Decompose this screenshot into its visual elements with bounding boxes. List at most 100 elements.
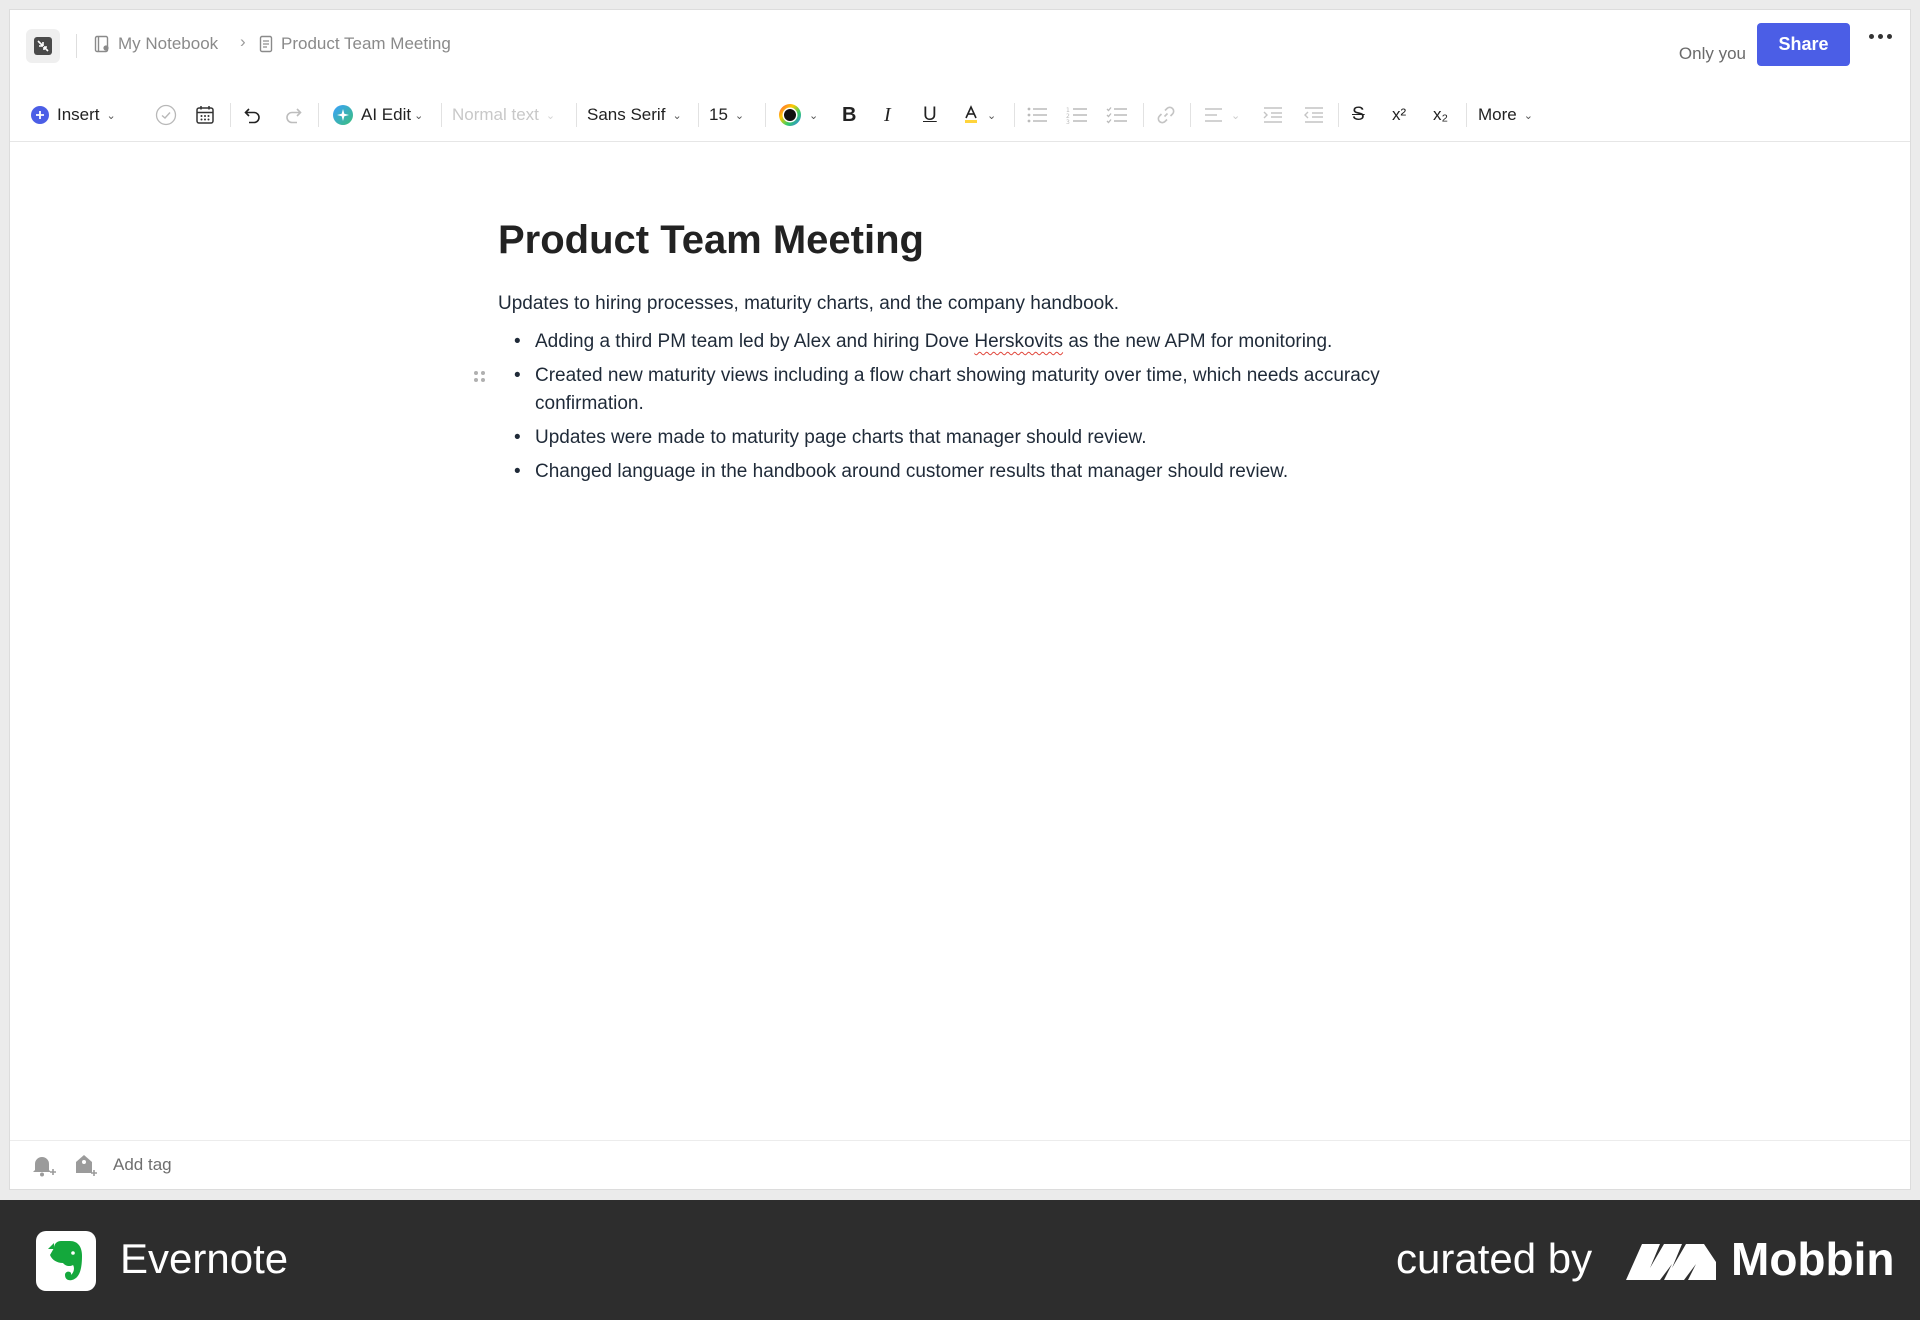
redo-icon [286,108,302,124]
list-item-text: Changed language in the handbook around … [535,461,1289,482]
chevron-down-icon: ⌄ [734,109,745,122]
notebook-icon [94,35,109,53]
italic-button[interactable]: I [884,93,891,137]
plus-circle-icon [31,106,49,124]
evernote-wordmark: Evernote [120,1235,289,1282]
calendar-button[interactable] [195,93,215,137]
chevron-down-icon: ⌄ [672,109,682,122]
bulleted-list-icon [1027,107,1047,123]
branding-bar: Evernote curated by Mobbin [0,1200,1920,1320]
breadcrumb-chevron-icon: › [240,32,246,51]
checklist-button[interactable] [1106,93,1128,137]
undo-icon [244,108,260,124]
chevron-down-icon: ⌄ [1523,109,1533,122]
note-header: My Notebook › Product Team Meeting Only … [10,10,1910,80]
indent-icon [1263,107,1282,123]
note-title[interactable]: Product Team Meeting [498,218,924,263]
link-button[interactable] [1156,93,1176,137]
toolbar-divider [1466,103,1467,127]
visibility-label[interactable]: Only you [1679,44,1746,64]
link-icon [1157,106,1175,124]
note-intro-text[interactable]: Updates to hiring processes, maturity ch… [498,293,1119,315]
check-circle-icon [155,104,177,126]
evernote-logo [36,1231,96,1291]
toolbar-divider [698,103,699,127]
breadcrumb-note-label: Product Team Meeting [281,34,451,53]
alignment-button[interactable]: ⌄ [1204,93,1240,137]
bold-button[interactable]: B [842,93,856,137]
ai-edit-button[interactable]: AI Edit ⌄ [332,93,423,137]
toolbar-divider [230,103,231,127]
checklist-icon [1106,107,1127,124]
text-color-button[interactable]: ⌄ [778,93,818,137]
toolbar-divider [318,103,319,127]
subscript-icon: x₂ [1433,105,1449,124]
highlight-button[interactable]: ⌄ [962,93,996,137]
breadcrumb-notebook-label: My Notebook [118,34,219,53]
list-item[interactable]: Created new maturity views including a f… [474,362,1418,418]
underline-button[interactable]: U [923,93,937,137]
ai-edit-label: AI Edit [361,105,412,124]
strikethrough-button[interactable]: S [1352,93,1365,137]
numbered-list-button[interactable]: 123 [1066,93,1088,137]
font-size-select[interactable]: 15 ⌄ [709,93,744,137]
chevron-down-icon: ⌄ [106,109,116,122]
more-formatting-button[interactable]: More ⌄ [1478,93,1533,137]
list-item-text: Created new maturity views including a f… [535,365,1380,414]
chevron-down-icon: ⌄ [809,109,819,122]
toolbar-divider [576,103,577,127]
more-options-icon[interactable] [1869,34,1892,39]
tag-icon [76,1155,97,1176]
undo-button[interactable] [243,93,263,137]
collapse-note-button[interactable] [26,29,60,63]
reminder-bell-icon [33,1157,56,1177]
add-tag-label[interactable]: Add tag [113,1155,172,1175]
share-button[interactable]: Share [1757,23,1850,66]
toolbar-divider-line [10,141,1910,142]
add-tag-button[interactable] [72,1153,98,1184]
color-wheel-icon [779,104,801,126]
outdent-button[interactable] [1304,93,1324,137]
mobbin-wordmark: Mobbin [1731,1233,1895,1285]
ai-sparkle-icon [333,105,353,125]
list-item-text: as the new APM for monitoring. [1063,331,1333,352]
toolbar-divider [1190,103,1191,127]
insert-button[interactable]: Insert ⌄ [30,93,116,137]
list-item[interactable]: Updates were made to maturity page chart… [498,424,1418,452]
subscript-button[interactable]: x₂ [1433,93,1448,137]
add-reminder-button[interactable] [30,1153,56,1184]
bulleted-list-button[interactable] [1026,93,1048,137]
numbered-list-icon: 123 [1066,107,1087,125]
toolbar-divider [441,103,442,127]
align-left-icon [1205,108,1222,122]
font-size-value: 15 [709,105,728,124]
checkbox-button[interactable] [155,93,177,137]
redo-button[interactable] [283,93,303,137]
superscript-button[interactable]: x² [1392,93,1406,137]
strikethrough-icon: S [1352,104,1365,125]
curated-by-label: curated by [1396,1235,1593,1282]
note-bullet-list: Adding a third PM team led by Alex and h… [474,328,1418,492]
list-item[interactable]: Changed language in the handbook around … [498,458,1418,486]
formatting-toolbar: Insert ⌄ AI Edit ⌄ Normal text ⌄ Sans Se… [10,93,1910,137]
breadcrumb-note[interactable]: Product Team Meeting [259,34,451,54]
calendar-icon [196,106,214,124]
superscript-icon: x² [1392,105,1407,124]
toolbar-divider [1338,103,1339,127]
indent-button[interactable] [1263,93,1283,137]
misspelled-word[interactable]: Herskovits [974,331,1063,352]
list-item-text: Adding a third PM team led by Alex and h… [535,331,975,352]
breadcrumb-notebook[interactable]: My Notebook [94,34,218,54]
insert-label: Insert [57,105,100,124]
drag-handle-icon[interactable] [474,371,485,382]
font-family-select[interactable]: Sans Serif ⌄ [587,93,682,137]
italic-icon: I [884,103,891,126]
editor-window: My Notebook › Product Team Meeting Only … [9,9,1911,1190]
list-item[interactable]: Adding a third PM team led by Alex and h… [498,328,1418,356]
chevron-down-icon: ⌄ [987,109,997,122]
font-family-value: Sans Serif [587,105,666,124]
text-style-select[interactable]: Normal text ⌄ [452,93,555,137]
note-icon [259,35,273,53]
outdent-icon [1304,107,1323,123]
header-divider [76,34,77,58]
